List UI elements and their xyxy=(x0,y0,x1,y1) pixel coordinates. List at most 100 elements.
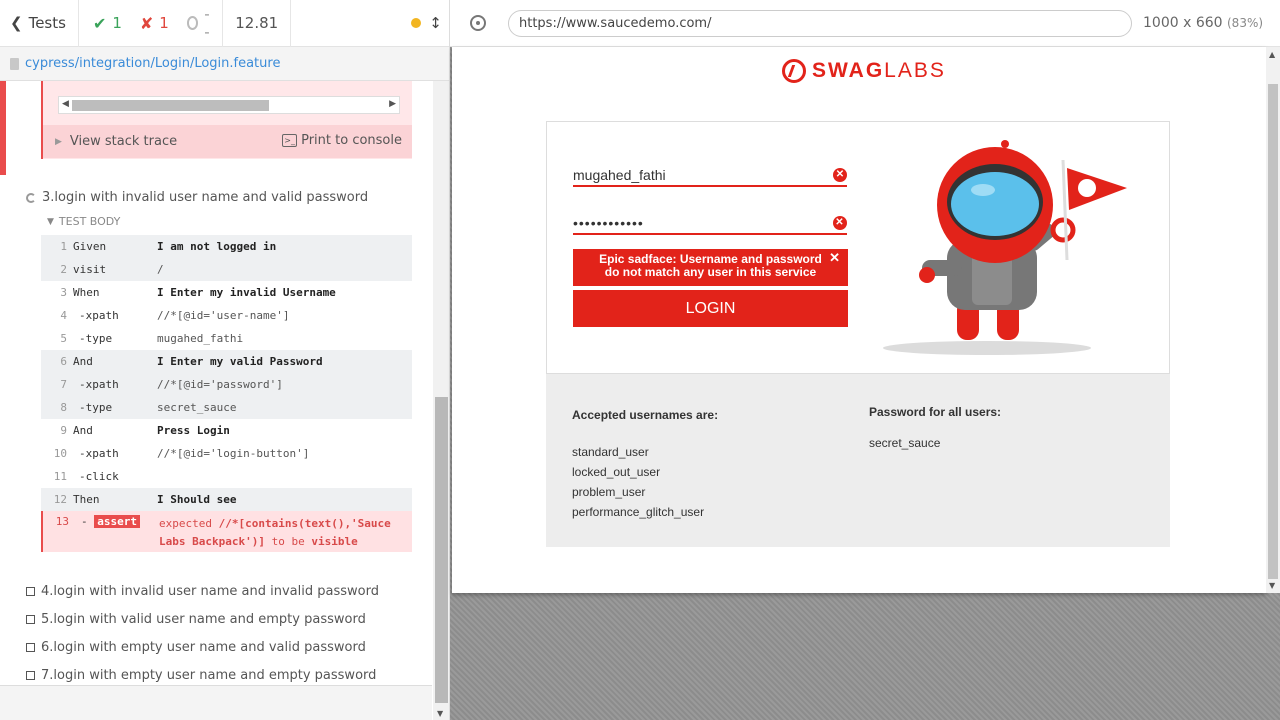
command-row[interactable]: 3 When I Enter my invalid Username xyxy=(41,281,412,304)
print-to-console-button[interactable]: >_ Print to console xyxy=(282,133,402,148)
stack-trace-row: ▶ View stack trace >_ Print to console xyxy=(43,125,412,158)
app-scroll-thumb[interactable] xyxy=(1268,84,1278,579)
app-frame: SWAGLABS mugahed_fathi ✕ •••••••••••• ✕ … xyxy=(452,47,1266,593)
command-name: Then xyxy=(73,493,100,506)
caret-right-icon: ▶ xyxy=(55,136,62,147)
command-row[interactable]: 12 Then I Should see xyxy=(41,488,412,511)
failed-assert-row[interactable]: 13 - assert expected //*[contains(text(),'… xyxy=(41,511,412,552)
command-number: 3 xyxy=(60,286,67,299)
username-item: problem_user xyxy=(572,485,646,499)
command-row[interactable]: 7 -xpath //*[@id='password'] xyxy=(41,373,412,396)
scroll-left-icon[interactable]: ◀ xyxy=(62,99,69,109)
reporter-scroll-thumb[interactable] xyxy=(435,397,448,703)
command-name: And xyxy=(73,424,93,437)
pending-test-item[interactable]: 7.login with empty user name and empty p… xyxy=(26,661,379,685)
test-title: 3.login with invalid user name and valid… xyxy=(42,190,369,205)
code-frame-scrollbar[interactable]: ◀ ▶ xyxy=(58,96,400,114)
command-number: 10 xyxy=(53,447,67,460)
auto-scroll-icon[interactable]: ↕ xyxy=(429,14,442,32)
assert-message: expected //*[contains(text(),'Sauce Labs… xyxy=(159,517,391,548)
url-bar[interactable]: https://www.saucedemo.com/ xyxy=(508,10,1132,37)
login-button[interactable]: LOGIN xyxy=(573,290,848,327)
passed-value: 1 xyxy=(112,14,122,32)
duration: 12.81 xyxy=(223,0,292,47)
command-row[interactable]: 2 visit / xyxy=(41,258,412,281)
command-message: Press Login xyxy=(157,424,230,437)
command-message: //*[@id='password'] xyxy=(157,378,283,391)
logo-bolt-icon xyxy=(782,59,806,83)
terminal-icon: >_ xyxy=(282,134,298,147)
checkbox-icon xyxy=(26,586,35,596)
command-row[interactable]: 11 -click xyxy=(41,465,412,488)
command-name: -xpath xyxy=(79,378,119,391)
error-x-icon: ✕ xyxy=(833,168,847,182)
scroll-thumb[interactable] xyxy=(72,100,269,111)
view-stack-trace-toggle[interactable]: View stack trace xyxy=(70,134,177,149)
command-number: 2 xyxy=(60,263,67,276)
pending-test-item[interactable]: 5.login with valid user name and empty p… xyxy=(26,605,379,633)
pending-test-title: 5.login with valid user name and empty p… xyxy=(41,611,366,627)
accepted-title: Accepted usernames are: xyxy=(572,408,719,422)
viewport-scale: (83%) xyxy=(1227,16,1264,30)
scroll-right-icon[interactable]: ▶ xyxy=(389,99,396,109)
close-icon[interactable]: ✕ xyxy=(829,251,840,264)
refresh-icon xyxy=(26,192,36,203)
spec-path-link[interactable]: cypress/integration/Login/Login.feature xyxy=(25,56,280,71)
error-panel: ◀ ▶ ▶ View stack trace >_ Print to conso… xyxy=(41,81,412,159)
app-scrollbar[interactable]: ▲ ▼ xyxy=(1266,47,1280,593)
command-row[interactable]: 4 -xpath //*[@id='user-name'] xyxy=(41,304,412,327)
robot-mascot-illustration xyxy=(883,140,1127,355)
viewport-info[interactable]: 1000 x 660 (83%) xyxy=(1143,15,1263,31)
command-message: I am not logged in xyxy=(157,240,277,253)
print-label: Print to console xyxy=(301,133,402,148)
command-number: 6 xyxy=(60,355,67,368)
run-controls: ↕ xyxy=(291,0,449,47)
accepted-usernames: Accepted usernames are: standard_user loc… xyxy=(572,408,718,522)
pending-count: -- xyxy=(177,0,224,47)
credentials-panel: Accepted usernames are: standard_user loc… xyxy=(546,374,1170,547)
test-body-label: TEST BODY xyxy=(58,215,121,228)
pending-test-item[interactable]: 6.login with empty user name and valid p… xyxy=(26,633,379,661)
tests-back-button[interactable]: ❮ Tests xyxy=(0,0,79,47)
selector-playground-icon[interactable] xyxy=(470,15,486,31)
scroll-up-icon[interactable]: ▲ xyxy=(1269,50,1275,59)
scroll-down-icon[interactable]: ▼ xyxy=(1269,581,1275,590)
reporter-scrollbar[interactable]: ▼ xyxy=(433,81,449,720)
password-value: •••••••••••• xyxy=(573,215,644,231)
checkbox-icon xyxy=(26,670,35,680)
command-name: -type xyxy=(79,332,113,345)
command-message: secret_sauce xyxy=(157,401,237,414)
test-body-header[interactable]: ▼ TEST BODY xyxy=(47,215,120,228)
swag-labs-logo: SWAGLABS xyxy=(782,59,946,83)
command-name: -click xyxy=(79,470,119,483)
command-message: mugahed_fathi xyxy=(157,332,244,345)
file-icon xyxy=(10,57,19,70)
command-row[interactable]: 10 -xpath //*[@id='login-button'] xyxy=(41,442,412,465)
command-row[interactable]: 6 And I Enter my valid Password xyxy=(41,350,412,373)
command-message: I Enter my invalid Username xyxy=(157,286,336,299)
chevron-left-icon: ❮ xyxy=(10,14,23,32)
command-number: 11 xyxy=(53,470,67,483)
command-number: 7 xyxy=(60,378,67,391)
pending-test-list: 4.login with invalid user name and inval… xyxy=(26,577,379,685)
pending-value: -- xyxy=(204,5,210,41)
username-field[interactable]: mugahed_fathi ✕ xyxy=(573,165,847,187)
command-number: 5 xyxy=(60,332,67,345)
error-text: Epic sadface: Username and password do n… xyxy=(599,252,822,279)
scroll-down-icon[interactable]: ▼ xyxy=(437,709,443,718)
command-number: 1 xyxy=(60,240,67,253)
test-title-row[interactable]: 3.login with invalid user name and valid… xyxy=(26,190,368,205)
command-message: / xyxy=(157,263,164,276)
command-row[interactable]: 9 And Press Login xyxy=(41,419,412,442)
command-message: I Enter my valid Password xyxy=(157,355,323,368)
command-name: visit xyxy=(73,263,107,276)
command-row[interactable]: 1 Given I am not logged in xyxy=(41,235,412,258)
assert-badge: assert xyxy=(94,515,140,528)
failed-test-marker xyxy=(0,81,6,175)
reporter-footer xyxy=(0,685,432,720)
logo-text: SWAGLABS xyxy=(812,59,946,82)
command-row[interactable]: 5 -type mugahed_fathi xyxy=(41,327,412,350)
command-row[interactable]: 8 -type secret_sauce xyxy=(41,396,412,419)
pending-test-item[interactable]: 4.login with invalid user name and inval… xyxy=(26,577,379,605)
password-field[interactable]: •••••••••••• ✕ xyxy=(573,213,847,235)
